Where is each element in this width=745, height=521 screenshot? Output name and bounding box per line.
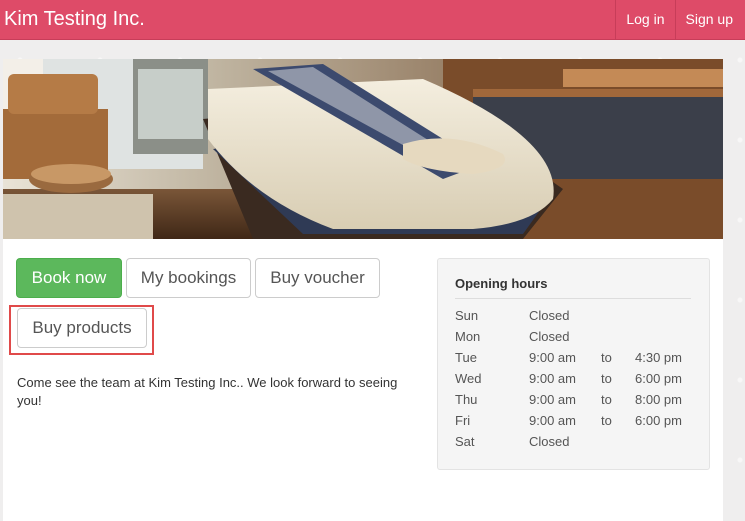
hours-close: 4:30 pm [635, 350, 682, 365]
nav-links: Log in Sign up [615, 0, 743, 40]
login-link[interactable]: Log in [615, 0, 674, 40]
hours-row: Wed 9:00 am to 6:00 pm [455, 371, 695, 392]
hours-day: Fri [455, 413, 471, 428]
hours-row: Thu 9:00 am to 8:00 pm [455, 392, 695, 413]
hours-open: Closed [529, 434, 570, 449]
hours-to: to [601, 371, 612, 386]
opening-hours-panel: Opening hours Sun Closed Mon Closed Tue … [437, 258, 710, 470]
hours-row: Tue 9:00 am to 4:30 pm [455, 350, 695, 371]
hours-close: 6:00 pm [635, 371, 682, 386]
intro-text: Come see the team at Kim Testing Inc.. W… [17, 375, 398, 408]
hours-day: Thu [455, 392, 478, 407]
hero-image [3, 59, 723, 239]
hours-day: Tue [455, 350, 477, 365]
hours-day: Sat [455, 434, 475, 449]
hours-to: to [601, 392, 612, 407]
divider [455, 298, 691, 299]
hours-open: 9:00 am [529, 413, 576, 428]
hours-row: Mon Closed [455, 329, 695, 350]
hours-row: Fri 9:00 am to 6:00 pm [455, 413, 695, 434]
hours-day: Mon [455, 329, 481, 344]
top-navbar: Kim Testing Inc. Log in Sign up [0, 0, 745, 40]
hours-day: Wed [455, 371, 482, 386]
hours-row: Sun Closed [455, 308, 695, 329]
hours-open: 9:00 am [529, 392, 576, 407]
hours-to: to [601, 350, 612, 365]
hours-open: 9:00 am [529, 350, 576, 365]
hours-open: Closed [529, 308, 570, 323]
highlight-box [9, 305, 154, 355]
buy-voucher-button[interactable]: Buy voucher [255, 258, 380, 298]
hours-close: 6:00 pm [635, 413, 682, 428]
signup-link[interactable]: Sign up [674, 0, 743, 40]
my-bookings-button[interactable]: My bookings [126, 258, 251, 298]
hours-day: Sun [455, 308, 479, 323]
hours-open: 9:00 am [529, 371, 576, 386]
brand-name[interactable]: Kim Testing Inc. [4, 8, 145, 31]
opening-hours-title: Opening hours [455, 276, 548, 291]
hours-to: to [601, 413, 612, 428]
book-now-button[interactable]: Book now [16, 258, 122, 298]
hours-row: Sat Closed [455, 434, 695, 455]
hours-close: 8:00 pm [635, 392, 682, 407]
hours-open: Closed [529, 329, 570, 344]
